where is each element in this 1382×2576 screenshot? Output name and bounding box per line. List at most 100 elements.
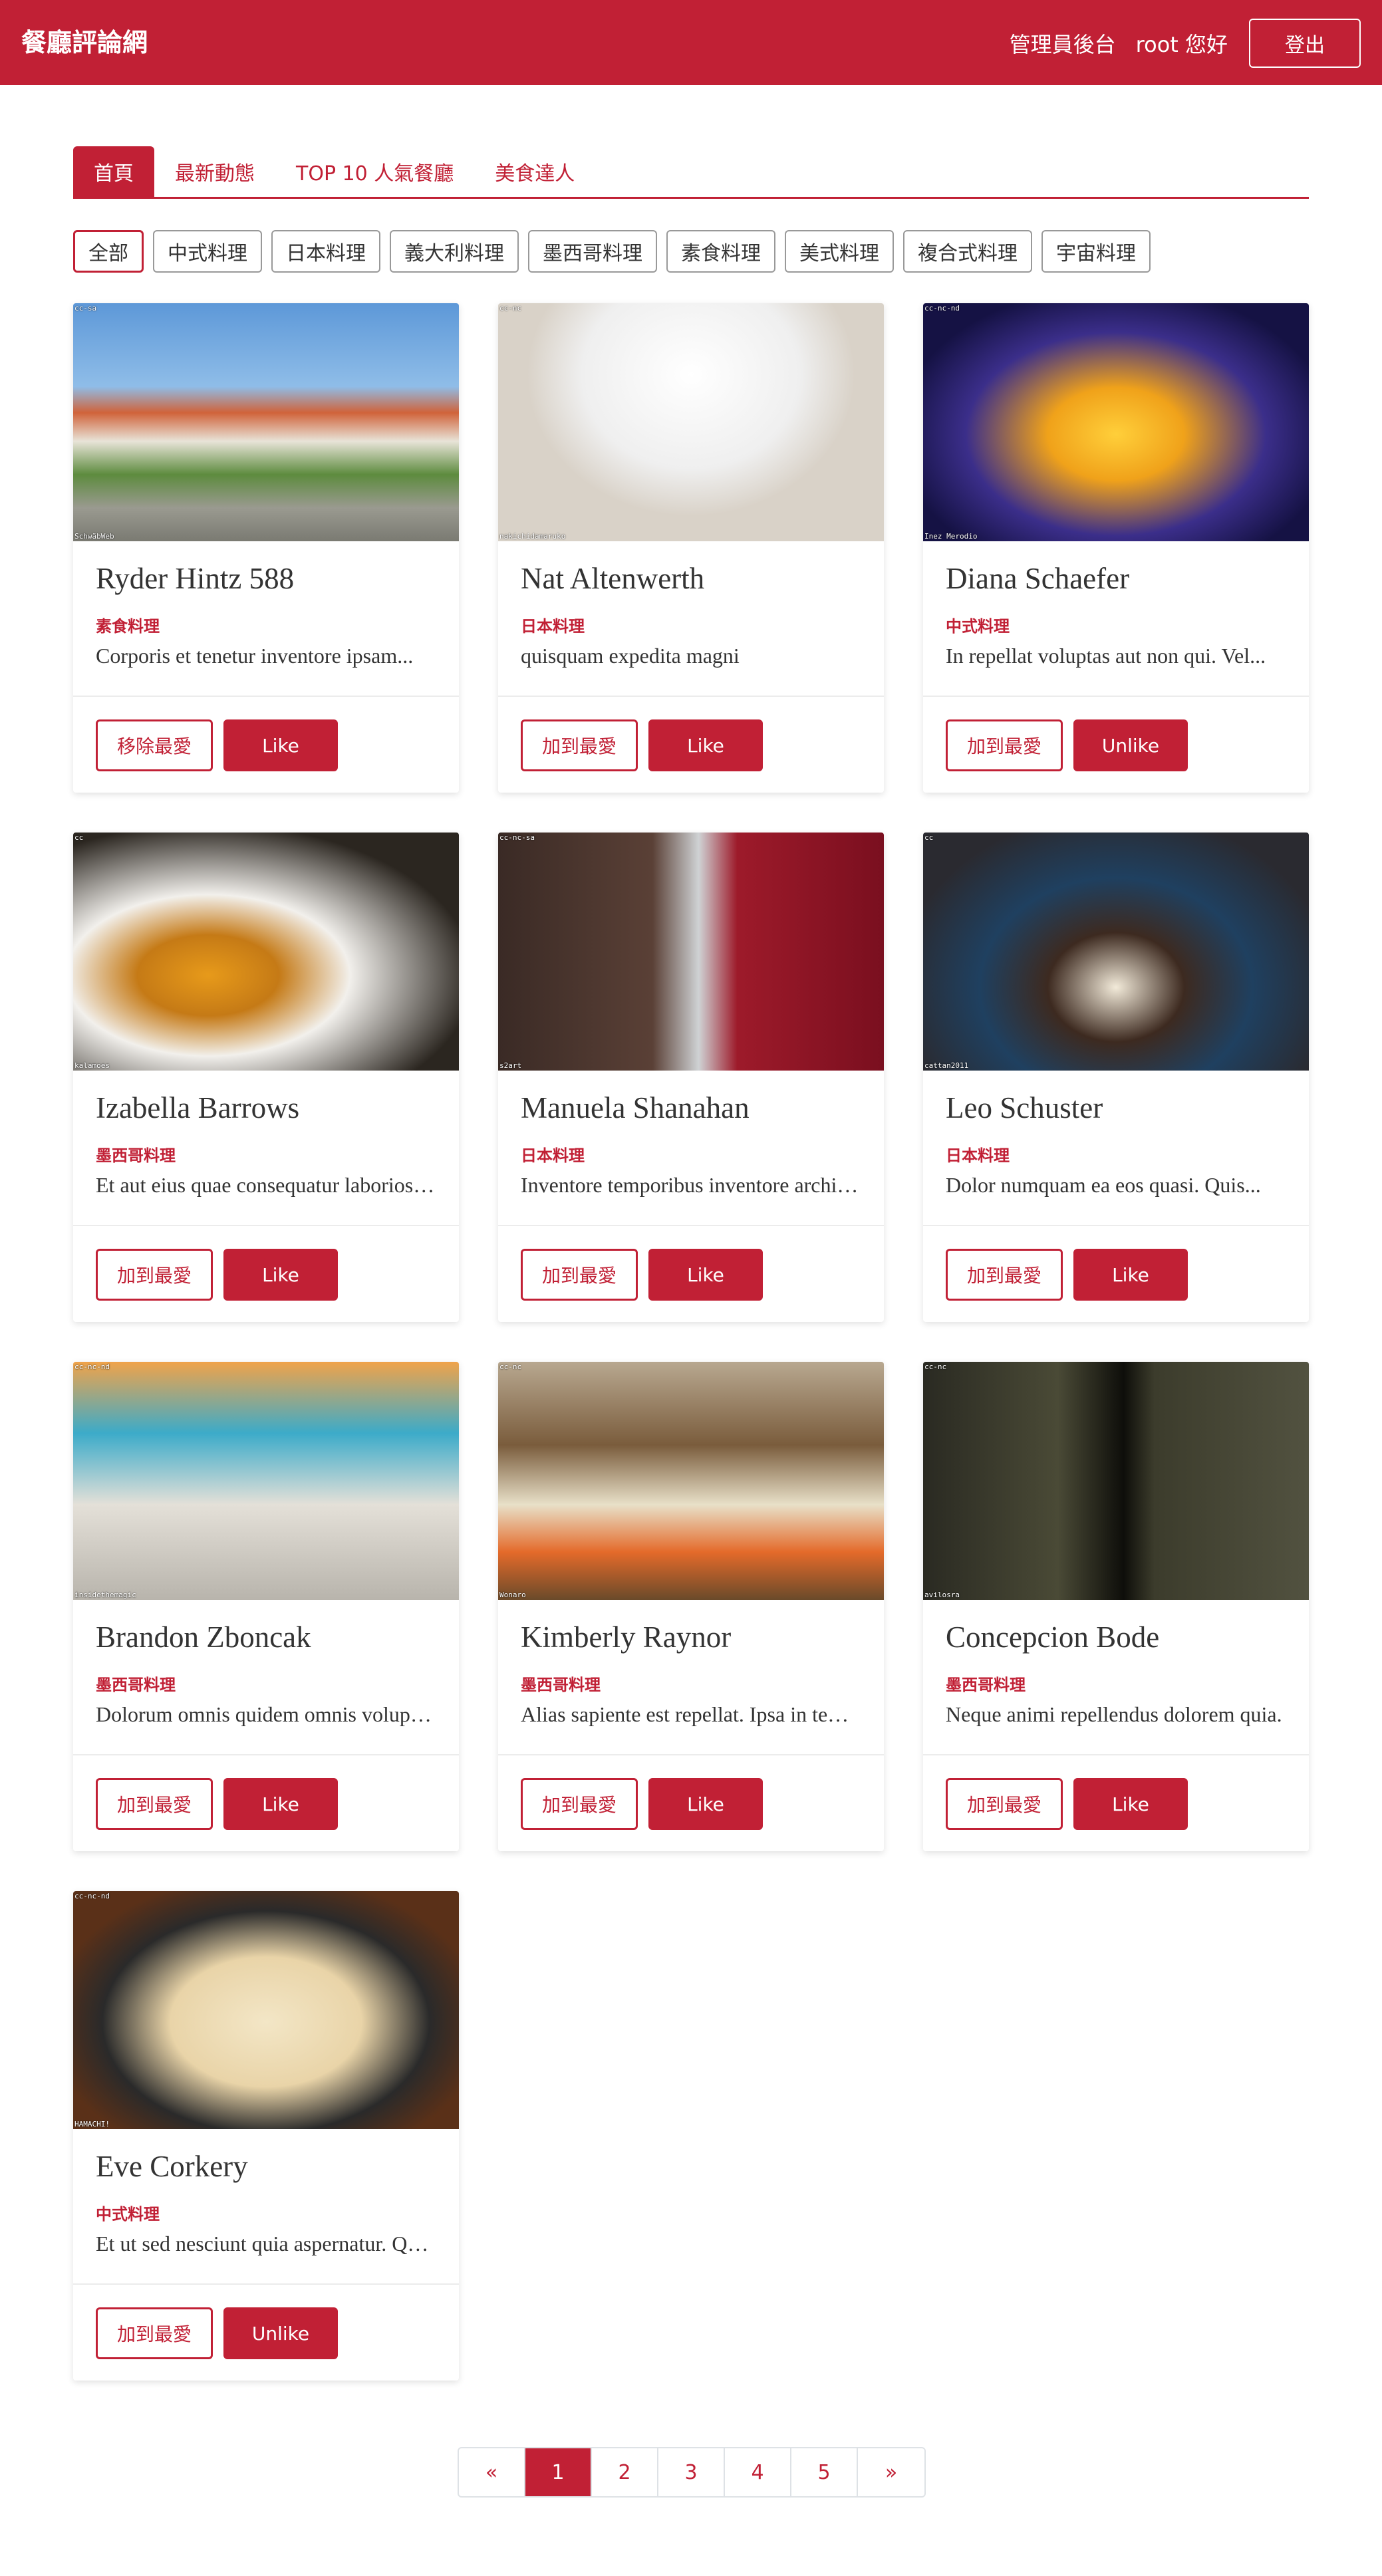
- page-button[interactable]: 1: [525, 2448, 592, 2496]
- tab-0[interactable]: 首頁: [73, 146, 154, 197]
- restaurant-description: Neque animi repellendus dolorem quia.: [946, 1702, 1282, 1726]
- admin-link[interactable]: 管理員後台: [1010, 28, 1116, 59]
- favorite-button[interactable]: 加到最愛: [96, 2307, 213, 2359]
- restaurant-description: Et aut eius quae consequatur laboriosam.: [96, 1173, 436, 1197]
- main-tabs: 首頁 最新動態 TOP 10 人氣餐廳 美食達人: [73, 146, 1309, 199]
- image-credit: Inez Merodio: [924, 532, 978, 541]
- pagination: «1 2 3 4 5»: [458, 2447, 926, 2498]
- tab-2[interactable]: TOP 10 人氣餐廳: [275, 146, 474, 197]
- category-button[interactable]: 複合式料理: [903, 230, 1032, 273]
- license-tag: cc-nc-nd: [74, 1362, 110, 1371]
- license-tag: cc-nc-nd: [924, 304, 960, 313]
- like-button[interactable]: Unlike: [1073, 719, 1188, 771]
- restaurant-image[interactable]: cc-nc-nd HAMACHI!: [73, 1891, 459, 2129]
- category-button[interactable]: 美式料理: [785, 230, 894, 273]
- image-credit: Wonaro: [499, 1591, 526, 1599]
- favorite-button[interactable]: 加到最愛: [521, 719, 638, 771]
- page-button[interactable]: 2: [592, 2448, 658, 2496]
- restaurant-name[interactable]: Diana Schaefer: [946, 561, 1129, 596]
- restaurant-name[interactable]: Concepcion Bode: [946, 1620, 1159, 1654]
- card-divider: [73, 696, 459, 697]
- restaurant-card: cc cattan2011 Leo Schuster 日本料理 Dolor numqua…: [923, 833, 1309, 1322]
- category-button[interactable]: 宇宙料理: [1041, 230, 1151, 273]
- favorite-button[interactable]: 加到最愛: [946, 1249, 1063, 1301]
- like-button[interactable]: Like: [1073, 1778, 1188, 1830]
- favorite-button[interactable]: 加到最愛: [521, 1249, 638, 1301]
- license-tag: cc: [74, 833, 84, 842]
- restaurant-card: cc-nc-sa s2art Manuela Shanahan 日本料理 Invento…: [498, 833, 884, 1322]
- favorite-button[interactable]: 加到最愛: [946, 1778, 1063, 1830]
- restaurant-category: 墨西哥料理: [946, 1676, 1026, 1694]
- restaurant-description: Dolor numquam ea eos quasi. Quis...: [946, 1173, 1261, 1197]
- like-button[interactable]: Like: [648, 1778, 763, 1830]
- restaurant-category: 墨西哥料理: [521, 1676, 601, 1694]
- restaurant-image[interactable]: cc-nc Wonaro: [498, 1362, 884, 1600]
- favorite-button[interactable]: 移除最愛: [96, 719, 213, 771]
- image-credit: s2art: [499, 1061, 522, 1070]
- like-button[interactable]: Like: [223, 1778, 338, 1830]
- restaurant-name[interactable]: Eve Corkery: [96, 2149, 248, 2184]
- like-button[interactable]: Like: [648, 1249, 763, 1301]
- restaurant-image[interactable]: cc-sa SchwäbWeb: [73, 303, 459, 541]
- restaurant-category: 日本料理: [521, 1146, 585, 1165]
- logout-button[interactable]: 登出: [1249, 19, 1361, 68]
- page-button[interactable]: 3: [658, 2448, 725, 2496]
- license-tag: cc-nc: [924, 1362, 947, 1371]
- restaurant-name[interactable]: Nat Altenwerth: [521, 561, 704, 596]
- restaurant-card: cc-sa SchwäbWeb Ryder Hintz 588 素食料理 Corpori…: [73, 303, 459, 793]
- restaurant-image[interactable]: cc cattan2011: [923, 833, 1309, 1071]
- restaurant-description: quisquam expedita magni: [521, 644, 740, 668]
- favorite-button[interactable]: 加到最愛: [946, 719, 1063, 771]
- favorite-button[interactable]: 加到最愛: [521, 1778, 638, 1830]
- license-tag: cc-nc-nd: [74, 1892, 110, 1900]
- brand-logo[interactable]: 餐廳評論網: [21, 27, 148, 59]
- category-button[interactable]: 中式料理: [153, 230, 262, 273]
- page-button[interactable]: 4: [725, 2448, 791, 2496]
- restaurant-name[interactable]: Brandon Zboncak: [96, 1620, 311, 1654]
- category-button[interactable]: 墨西哥料理: [528, 230, 657, 273]
- restaurant-card: cc-nc avilosra Concepcion Bode 墨西哥料理 Neque a…: [923, 1362, 1309, 1851]
- like-button[interactable]: Like: [648, 719, 763, 771]
- favorite-button[interactable]: 加到最愛: [96, 1249, 213, 1301]
- favorite-button[interactable]: 加到最愛: [96, 1778, 213, 1830]
- prev-page-button[interactable]: «: [459, 2448, 525, 2496]
- license-tag: cc-nc-sa: [499, 833, 535, 842]
- image-credit: avilosra: [924, 1591, 960, 1599]
- restaurant-name[interactable]: Izabella Barrows: [96, 1091, 299, 1125]
- image-credit: nakichidamaruko: [499, 532, 566, 541]
- category-button[interactable]: 義大利料理: [390, 230, 519, 273]
- like-button[interactable]: Like: [223, 719, 338, 771]
- restaurant-image[interactable]: cc kalamoes: [73, 833, 459, 1071]
- category-button[interactable]: 日本料理: [271, 230, 380, 273]
- restaurant-description: Corporis et tenetur inventore ipsam...: [96, 644, 414, 668]
- next-page-button[interactable]: »: [858, 2448, 924, 2496]
- restaurant-description: Et ut sed nesciunt quia aspernatur. Quo.…: [96, 2232, 436, 2255]
- like-button[interactable]: Like: [1073, 1249, 1188, 1301]
- restaurant-card: cc kalamoes Izabella Barrows 墨西哥料理 Et aut ei…: [73, 833, 459, 1322]
- restaurant-image[interactable]: cc-nc nakichidamaruko: [498, 303, 884, 541]
- image-credit: cattan2011: [924, 1061, 969, 1070]
- category-filter: 全部 中式料理 日本料理 義大利料理 墨西哥料理 素食料理 美式料理 複合式料理 宇宙料理: [73, 230, 1160, 273]
- restaurant-name[interactable]: Manuela Shanahan: [521, 1091, 750, 1125]
- restaurant-category: 墨西哥料理: [96, 1676, 176, 1694]
- tab-1[interactable]: 最新動態: [154, 146, 275, 197]
- restaurant-name[interactable]: Leo Schuster: [946, 1091, 1103, 1125]
- page-button[interactable]: 5: [791, 2448, 858, 2496]
- nav-right: 管理員後台 root 您好 登出: [1010, 19, 1361, 68]
- user-greeting: root 您好: [1135, 32, 1228, 57]
- image-credit: SchwäbWeb: [74, 532, 114, 541]
- restaurant-image[interactable]: cc-nc-sa s2art: [498, 833, 884, 1071]
- category-button[interactable]: 素食料理: [666, 230, 775, 273]
- restaurant-image[interactable]: cc-nc avilosra: [923, 1362, 1309, 1600]
- restaurant-card: cc-nc-nd Inez Merodio Diana Schaefer 中式料理 In…: [923, 303, 1309, 793]
- like-button[interactable]: Unlike: [223, 2307, 338, 2359]
- card-divider: [498, 1754, 884, 1755]
- image-credit: kalamoes: [74, 1061, 110, 1070]
- category-button[interactable]: 全部: [73, 230, 144, 273]
- tab-3[interactable]: 美食達人: [474, 146, 595, 197]
- restaurant-image[interactable]: cc-nc-nd Inez Merodio: [923, 303, 1309, 541]
- restaurant-name[interactable]: Kimberly Raynor: [521, 1620, 731, 1654]
- restaurant-image[interactable]: cc-nc-nd insidethemagic: [73, 1362, 459, 1600]
- restaurant-name[interactable]: Ryder Hintz 588: [96, 561, 294, 596]
- like-button[interactable]: Like: [223, 1249, 338, 1301]
